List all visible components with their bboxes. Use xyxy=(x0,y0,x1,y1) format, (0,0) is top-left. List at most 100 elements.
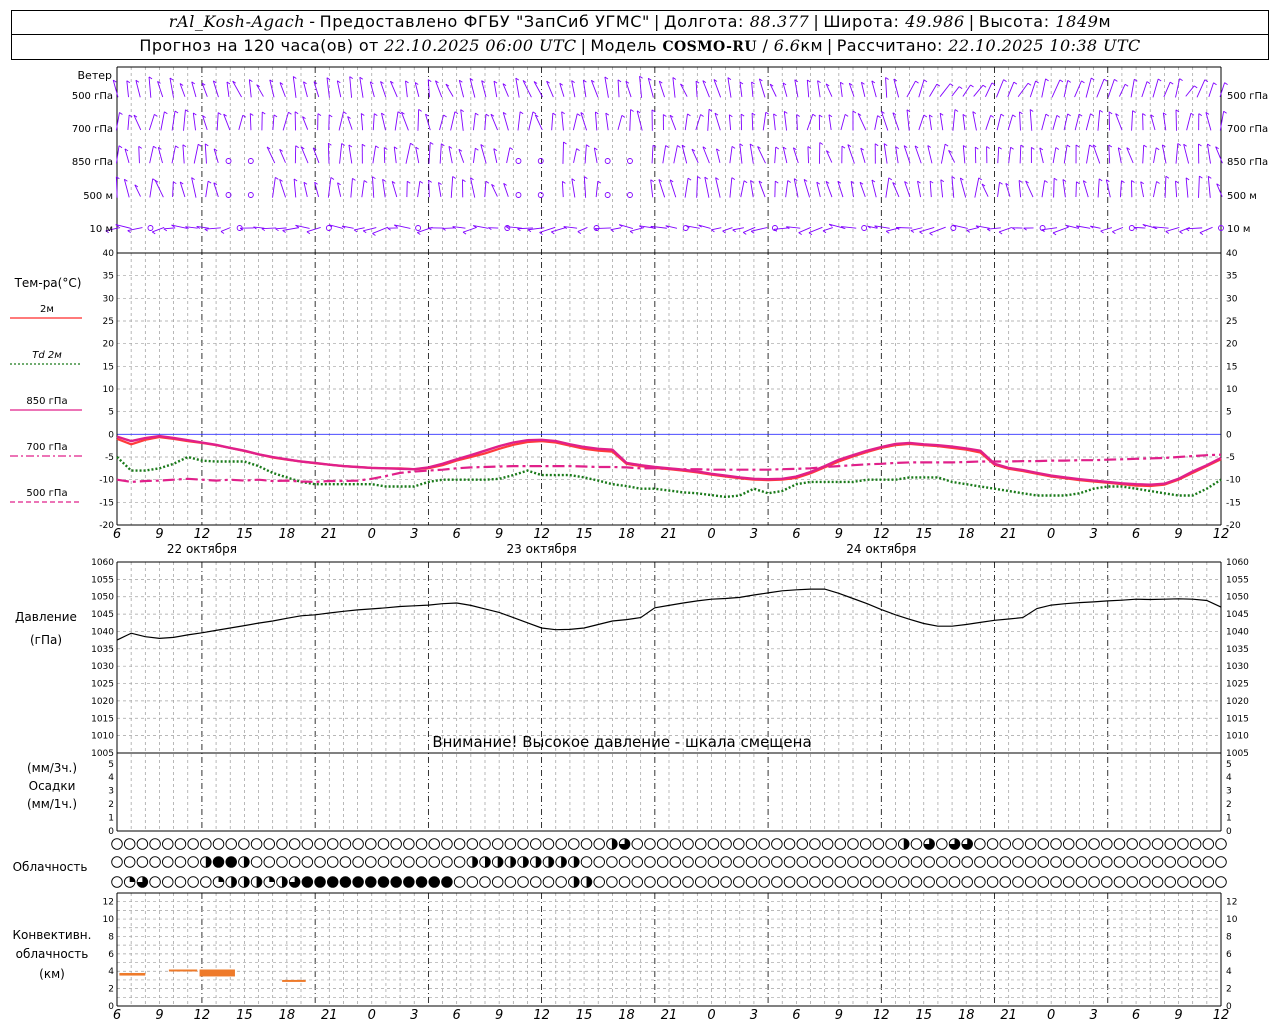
wind-barb-tick xyxy=(1213,82,1217,86)
calm-circle xyxy=(604,192,611,198)
precip-tick-right: 4 xyxy=(1226,773,1232,783)
cloud-circle-bottom xyxy=(530,876,542,888)
wind-barb xyxy=(369,81,375,98)
cloud-circle-half xyxy=(243,876,250,888)
cloud-circle-top xyxy=(631,838,644,850)
wind-barb xyxy=(871,179,877,198)
wind-barb xyxy=(885,77,888,98)
wind-barb xyxy=(1007,81,1015,98)
wind-barb-tick xyxy=(936,83,941,87)
wind-barb xyxy=(169,77,174,98)
wind-barb xyxy=(885,177,890,198)
wind-level-right: 850 гПа xyxy=(1227,157,1268,168)
wind-barb-tick xyxy=(923,79,928,83)
wind-barb-tick xyxy=(452,176,456,179)
wind-barb xyxy=(792,147,799,164)
wind-barb xyxy=(906,80,916,98)
wind-barb-tick xyxy=(375,145,379,149)
cloud-circle-outline xyxy=(1075,838,1088,850)
wind-barb xyxy=(658,80,665,98)
cloud-circle-bottom xyxy=(326,876,339,888)
pressure-tick-left: 1020 xyxy=(91,697,114,707)
precip-tick-left: 0 xyxy=(108,827,114,837)
cloud-circle-bottom xyxy=(491,876,504,888)
pressure-tick-left: 1035 xyxy=(91,645,114,655)
cloud-circle-top xyxy=(314,838,326,850)
cloud-circle-outline xyxy=(250,856,263,868)
cloud-circle-outline xyxy=(733,856,745,868)
wind-barb xyxy=(610,227,622,231)
calm-circle xyxy=(225,158,232,164)
cloud-circle-outline xyxy=(1037,856,1050,868)
wind-barb xyxy=(910,227,923,231)
cloud-circle-outline xyxy=(986,838,999,850)
cloud-circle-top xyxy=(377,838,390,850)
cloud-circle-outline xyxy=(1164,856,1176,868)
wind-barb xyxy=(238,115,244,131)
wind-barb xyxy=(798,226,812,234)
wind-barb xyxy=(985,82,993,98)
wind-barb xyxy=(1074,114,1080,131)
wind-barb xyxy=(680,83,688,97)
wind-barb xyxy=(1039,147,1044,164)
cloud-circle-bottom xyxy=(885,876,897,888)
pressure-tick-left: 1025 xyxy=(91,680,114,690)
hour-label-top: 9 xyxy=(1174,527,1182,542)
cloud-circle-outline xyxy=(618,856,631,868)
wind-barb xyxy=(617,79,620,98)
cloud-circle-middle xyxy=(758,856,770,868)
wind-barb xyxy=(684,113,688,131)
cloud-circle-outline xyxy=(745,856,758,868)
cloud-circle-top xyxy=(885,838,897,850)
cloud-circle-top xyxy=(618,838,631,850)
wind-barb xyxy=(172,181,174,198)
wind-barb xyxy=(1112,227,1124,233)
cloud-circle-middle xyxy=(326,856,339,868)
cloud-circle-outline xyxy=(1139,856,1151,868)
cloud-circle-top xyxy=(1101,838,1113,850)
hour-label-bottom: 21 xyxy=(661,1008,678,1023)
cloud-circle-outline xyxy=(174,876,187,888)
cloud-circle-bottom xyxy=(974,876,986,888)
hour-label-bottom: 3 xyxy=(1089,1008,1097,1023)
pressure-tick-right: 1025 xyxy=(1226,680,1249,690)
cloud-circle-top xyxy=(872,838,885,850)
wind-level-left: 700 гПа xyxy=(72,124,113,135)
hour-label-bottom: 9 xyxy=(495,1008,503,1023)
cloud-circle-bottom xyxy=(1202,876,1215,888)
hour-label-bottom: 6 xyxy=(113,1008,121,1023)
cloud-circle-outline xyxy=(1189,876,1202,888)
cloud-circle-top xyxy=(1177,838,1189,850)
wind-barb xyxy=(127,114,130,130)
calm-circle xyxy=(861,225,868,231)
wind-barb xyxy=(1008,147,1012,164)
wind-barb xyxy=(300,146,309,164)
pressure-tick-left: 1055 xyxy=(91,575,114,585)
wind-barb xyxy=(183,109,186,131)
cloud-circle-full xyxy=(213,856,224,868)
cloud-circle-middle xyxy=(542,856,555,868)
cloud-circle-bottom xyxy=(999,876,1012,888)
calm-circle xyxy=(515,192,522,198)
wind-barb xyxy=(1096,78,1105,98)
hour-label-top: 15 xyxy=(915,527,932,542)
cloud-circle-outline xyxy=(1177,838,1189,850)
cloud-circle-outline xyxy=(1012,876,1024,888)
cloud-circle-bottom xyxy=(466,876,479,888)
wind-barb-tick xyxy=(700,114,704,117)
cloud-circle-outline xyxy=(187,838,199,850)
wind-barb xyxy=(148,114,155,131)
cloud-circle-bottom xyxy=(707,876,720,888)
cloud-circle-middle xyxy=(1088,856,1100,868)
cloud-circle-top xyxy=(466,838,479,850)
wind-barb-tick xyxy=(443,114,447,118)
wind-barb-tick xyxy=(1204,79,1209,83)
cloud-circle-middle xyxy=(948,856,961,868)
precip-tick-left: 1 xyxy=(108,814,114,824)
cloud-circle-bottom xyxy=(758,876,770,888)
precip-unit-3h: (мм/3ч.) xyxy=(27,761,77,775)
wind-barb xyxy=(1207,176,1211,198)
wind-barb xyxy=(1115,113,1123,131)
cloud-circle-outline xyxy=(123,838,136,850)
wind-barb xyxy=(962,84,971,97)
